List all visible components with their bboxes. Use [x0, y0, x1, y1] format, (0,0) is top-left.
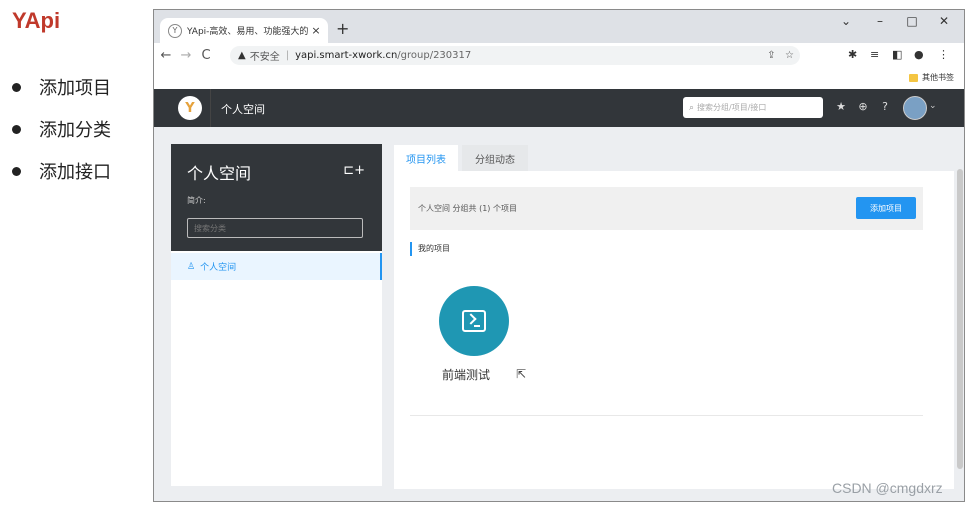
project-list-panel: 个人空间 分组共 (1) 个项目 添加项目 我的项目 前端测试 ⇱	[394, 171, 954, 489]
share-icon[interactable]: ⇪	[767, 50, 775, 61]
url-field[interactable]: ▲ 不安全 | yapi.smart-xwork.cn/group/230317…	[230, 46, 800, 65]
profile-icon[interactable]: ●	[914, 48, 924, 61]
menu-icon[interactable]: ⋮	[938, 48, 949, 61]
bullet-text: 添加接口	[39, 162, 111, 183]
bullet-dot	[12, 166, 21, 176]
group-sidebar: 个人空间 ⊏+ 简介: ♙ 个人空间	[171, 144, 382, 486]
bullet-dot	[12, 82, 21, 92]
nav-divider	[210, 89, 211, 127]
user-icon: ♙	[187, 261, 196, 272]
bullet-item: 添加分类	[12, 108, 111, 150]
add-circle-icon[interactable]: ⊕	[856, 100, 870, 114]
bullet-item: 添加项目	[12, 66, 111, 108]
tab-group-activity[interactable]: 分组动态	[462, 145, 528, 171]
project-name[interactable]: 前端测试	[442, 366, 490, 383]
back-button[interactable]: ←	[158, 48, 174, 63]
yapi-page: Y 个人空间 ⌕ 搜索分组/项目/接口 ★ ⊕ ? ⌄ 个人空间 ⊏+ 简介: …	[154, 89, 964, 501]
forward-button[interactable]: →	[178, 48, 194, 63]
sidebar-item-label: 个人空间	[200, 263, 237, 273]
yapi-favicon-icon: Y	[168, 23, 182, 38]
maximize-button[interactable]: □	[900, 14, 924, 28]
watermark: CSDN @cmgdxrz	[832, 480, 943, 496]
add-folder-icon[interactable]: ⊏+	[343, 163, 365, 178]
group-desc-label: 简介:	[187, 196, 206, 205]
browser-window: Y YApi-高效、易用、功能强大的可 × + ⌄ – □ ✕ ← → C ▲ …	[153, 9, 965, 502]
tab-bar: Y YApi-高效、易用、功能强大的可 × + ⌄ – □ ✕	[154, 10, 964, 43]
project-count-text: 个人空间 分组共 (1) 个项目	[418, 204, 517, 213]
my-projects-heading: 我的项目	[410, 242, 450, 256]
project-card[interactable]	[439, 286, 509, 356]
omnibox-actions: ⇪ ☆	[767, 50, 794, 61]
slide-title: YApi	[12, 8, 61, 33]
sidepanel-icon[interactable]: ◧	[892, 48, 902, 61]
warning-icon: ▲	[238, 50, 246, 61]
tab-search-icon[interactable]: ⌄	[834, 14, 858, 28]
star-icon[interactable]: ★	[834, 100, 848, 114]
global-search-input[interactable]: ⌕ 搜索分组/项目/接口	[683, 97, 823, 118]
divider	[410, 415, 923, 416]
tab-title: YApi-高效、易用、功能强大的可	[187, 27, 308, 37]
close-window-button[interactable]: ✕	[932, 14, 956, 28]
search-placeholder: 搜索分组/项目/接口	[697, 103, 767, 112]
star-icon[interactable]: ☆	[785, 50, 794, 61]
bullet-text: 添加分类	[39, 120, 111, 141]
address-bar: ← → C ▲ 不安全 | yapi.smart-xwork.cn/group/…	[154, 43, 964, 68]
group-title: 个人空间	[187, 164, 252, 183]
tab-close-icon[interactable]: ×	[308, 24, 324, 37]
bullet-text: 添加项目	[39, 78, 111, 99]
top-navbar: Y 个人空间 ⌕ 搜索分组/项目/接口 ★ ⊕ ? ⌄	[154, 89, 964, 127]
nav-breadcrumb[interactable]: 个人空间	[221, 101, 265, 117]
browser-tab[interactable]: Y YApi-高效、易用、功能强大的可 ×	[160, 18, 328, 43]
chevron-down-icon[interactable]: ⌄	[929, 101, 937, 111]
add-project-button[interactable]: 添加项目	[856, 197, 916, 219]
bookmarks-bar: 其他书签	[154, 68, 964, 89]
minimize-button[interactable]: –	[868, 14, 892, 28]
group-header: 个人空间 ⊏+ 简介:	[171, 144, 382, 251]
insecure-label: 不安全	[249, 52, 280, 63]
bullet-item: 添加接口	[12, 150, 111, 192]
bookmark-folder[interactable]: 其他书签	[909, 72, 954, 83]
reload-button[interactable]: C	[198, 48, 214, 63]
yapi-logo[interactable]: Y	[178, 96, 202, 120]
tab-project-list[interactable]: 项目列表	[394, 145, 458, 171]
bullet-list: 添加项目 添加分类 添加接口	[12, 66, 111, 192]
avatar[interactable]	[903, 96, 927, 120]
extension-icon[interactable]: ✱	[848, 48, 857, 61]
media-icon[interactable]: ≡	[870, 48, 879, 61]
page-scrollbar[interactable]	[957, 169, 963, 469]
url-host: yapi.smart-xwork.cn	[295, 50, 398, 61]
sidebar-item-personal-space[interactable]: ♙ 个人空间	[171, 253, 382, 280]
folder-icon	[909, 73, 918, 82]
logo-y-icon: Y	[185, 100, 195, 116]
url-path: /group/230317	[397, 50, 472, 61]
url-separator: |	[285, 50, 290, 61]
mouse-pointer-icon: ⇱	[516, 367, 527, 381]
bullet-dot	[12, 124, 21, 134]
bookmark-folder-label: 其他书签	[922, 73, 954, 82]
category-search-input[interactable]	[187, 218, 363, 238]
group-info-bar: 个人空间 分组共 (1) 个项目 添加项目	[410, 187, 923, 230]
new-tab-button[interactable]: +	[336, 19, 349, 38]
search-icon: ⌕	[689, 102, 695, 113]
terminal-icon	[462, 310, 486, 332]
help-icon[interactable]: ?	[878, 100, 892, 114]
